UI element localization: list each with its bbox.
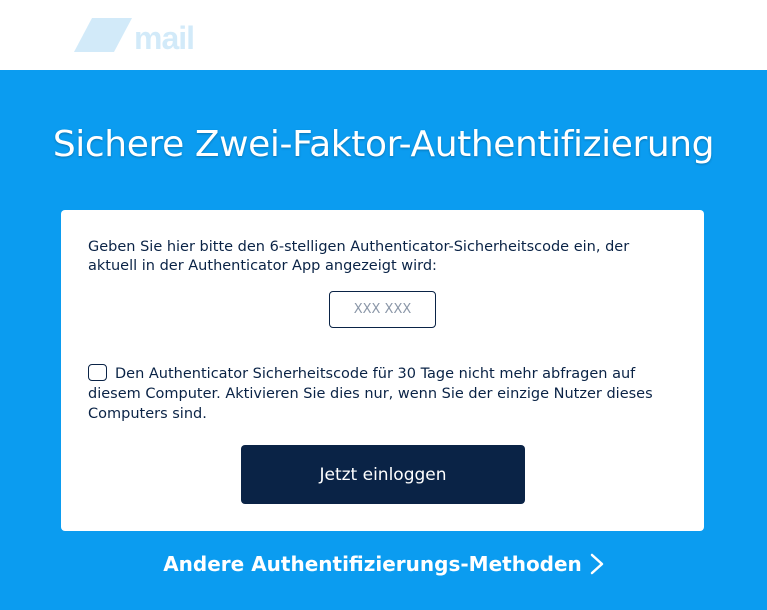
alt-methods-label: Andere Authentifizierungs-Methoden: [163, 552, 582, 576]
remember-device: Den Authenticator Sicherheitscode für 30…: [88, 364, 668, 424]
code-input[interactable]: [329, 291, 436, 328]
chevron-right-icon: [590, 553, 604, 580]
top-header: mail: [0, 0, 767, 70]
instruction-text: Geben Sie hier bitte den 6-stelligen Aut…: [88, 239, 630, 274]
logo[interactable]: mail: [70, 12, 260, 58]
login-button[interactable]: Jetzt einloggen: [241, 445, 525, 504]
logo-text: mail: [134, 20, 195, 56]
remember-checkbox[interactable]: [88, 364, 107, 381]
logo-mark-icon: [74, 18, 132, 52]
remember-label: Den Authenticator Sicherheitscode für 30…: [88, 366, 653, 422]
alt-methods-link[interactable]: Andere Authentifizierungs-Methoden: [0, 552, 767, 580]
auth-card: Geben Sie hier bitte den 6-stelligen Aut…: [61, 210, 704, 531]
page-title: Sichere Zwei-Faktor-Authentifizierung: [52, 124, 715, 165]
